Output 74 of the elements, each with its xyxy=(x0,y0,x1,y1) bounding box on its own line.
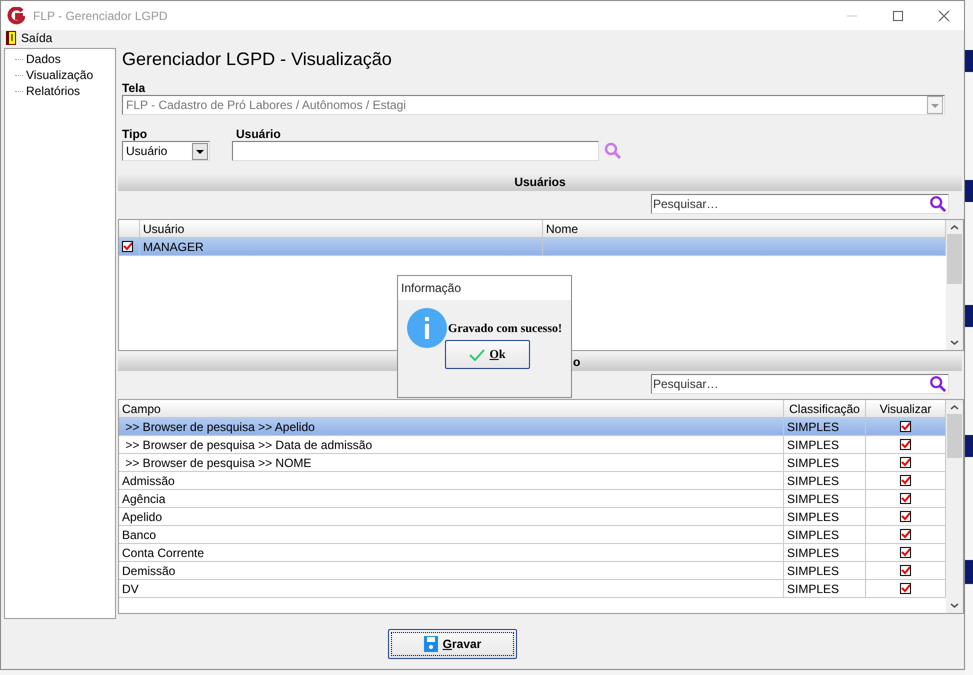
table-row[interactable]: Banco SIMPLES xyxy=(119,526,946,544)
scroll-thumb[interactable] xyxy=(947,414,962,458)
checkbox[interactable] xyxy=(900,439,911,450)
dialog-message: Gravado com sucesso! xyxy=(448,320,562,336)
table-cell: SIMPLES xyxy=(784,526,866,544)
search-icon[interactable] xyxy=(929,195,947,213)
table-cell: SIMPLES xyxy=(784,544,866,562)
table-row[interactable]: Apelido SIMPLES xyxy=(119,508,946,526)
table-row[interactable]: Conta Corrente SIMPLES xyxy=(119,544,946,562)
search-field[interactable]: Pesquisar… xyxy=(651,194,949,214)
table-cell: SIMPLES xyxy=(784,454,866,472)
table-row[interactable]: >> Browser de pesquisa >> Data de admissão SIMPLES xyxy=(119,436,946,454)
table-row[interactable]: >> Browser de pesquisa >> Apelido SIMPLES xyxy=(119,418,946,436)
table-cell: SIMPLES xyxy=(784,562,866,580)
table-row[interactable]: Demissão SIMPLES xyxy=(119,562,946,580)
checkbox[interactable] xyxy=(900,475,911,486)
screen-dropdown[interactable]: FLP - Cadastro de Pró Labores / Autônomos / Estagi xyxy=(122,95,945,115)
table-row[interactable]: Agência SIMPLES xyxy=(119,490,946,508)
tree-item[interactable]: Visualização xyxy=(26,68,94,82)
maximize-icon[interactable] xyxy=(892,10,904,22)
scroll-thumb[interactable] xyxy=(947,234,962,284)
tree-item[interactable]: Relatórios xyxy=(26,84,80,98)
app-logo-icon xyxy=(7,6,25,24)
checkmark-icon xyxy=(469,348,486,360)
table-cell: Agência xyxy=(119,490,784,508)
ok-button[interactable]: Ok xyxy=(445,340,530,369)
type-dropdown[interactable]: Usuário xyxy=(122,141,210,161)
table-cell: SIMPLES xyxy=(784,472,866,490)
checkbox[interactable] xyxy=(122,241,133,252)
table-cell: >> Browser de pesquisa >> Data de admissão xyxy=(119,436,784,454)
table-cell: SIMPLES xyxy=(784,436,866,454)
section-title: o xyxy=(573,355,580,369)
table-cell: SIMPLES xyxy=(784,418,866,436)
checkbox[interactable] xyxy=(900,565,911,576)
section-title: Usuários xyxy=(514,175,566,189)
dialog-title: Informação xyxy=(398,276,571,300)
table-cell: Admissão xyxy=(119,472,784,490)
window-title: FLP - Gerenciador LGPD xyxy=(33,8,168,22)
table-cell: Demissão xyxy=(119,562,784,580)
table-row[interactable]: >> Browser de pesquisa >> NOME SIMPLES xyxy=(119,454,946,472)
table-row[interactable]: Admissão SIMPLES xyxy=(119,472,946,490)
save-button[interactable]: Gravar xyxy=(388,629,517,659)
field-label: Tipo xyxy=(122,127,148,141)
table-cell: DV xyxy=(119,580,784,598)
checkbox[interactable] xyxy=(900,583,911,594)
table-cell: SIMPLES xyxy=(784,490,866,508)
checkbox[interactable] xyxy=(900,529,911,540)
page-heading: Gerenciador LGPD - Visualização xyxy=(122,49,393,71)
table-cell: >> Browser de pesquisa >> Apelido xyxy=(119,418,784,436)
close-icon[interactable] xyxy=(938,10,950,22)
table-row[interactable]: DV SIMPLES xyxy=(119,580,946,598)
table-cell: Banco xyxy=(119,526,784,544)
scrollbar[interactable] xyxy=(946,220,963,350)
field-label: Tela xyxy=(122,81,146,95)
checkbox[interactable] xyxy=(900,457,911,468)
tree-item[interactable]: Dados xyxy=(26,52,61,66)
field-label: Usuário xyxy=(236,127,282,141)
table-row[interactable]: MANAGER xyxy=(119,238,946,256)
checkbox[interactable] xyxy=(900,511,911,522)
table-cell: SIMPLES xyxy=(784,580,866,598)
search-icon[interactable] xyxy=(929,375,947,393)
checkbox[interactable] xyxy=(900,547,911,558)
table-cell: MANAGER xyxy=(140,238,543,256)
checkbox[interactable] xyxy=(900,421,911,432)
table-cell: SIMPLES xyxy=(784,508,866,526)
menu-item[interactable]: Saída xyxy=(6,31,52,45)
table-cell: Apelido xyxy=(119,508,784,526)
info-icon xyxy=(407,308,447,348)
checkbox[interactable] xyxy=(900,493,911,504)
table-cell: Conta Corrente xyxy=(119,544,784,562)
table-cell: >> Browser de pesquisa >> NOME xyxy=(119,454,784,472)
search-field[interactable]: Pesquisar… xyxy=(651,374,949,394)
exit-door-icon xyxy=(6,31,16,45)
scrollbar[interactable] xyxy=(946,400,963,613)
